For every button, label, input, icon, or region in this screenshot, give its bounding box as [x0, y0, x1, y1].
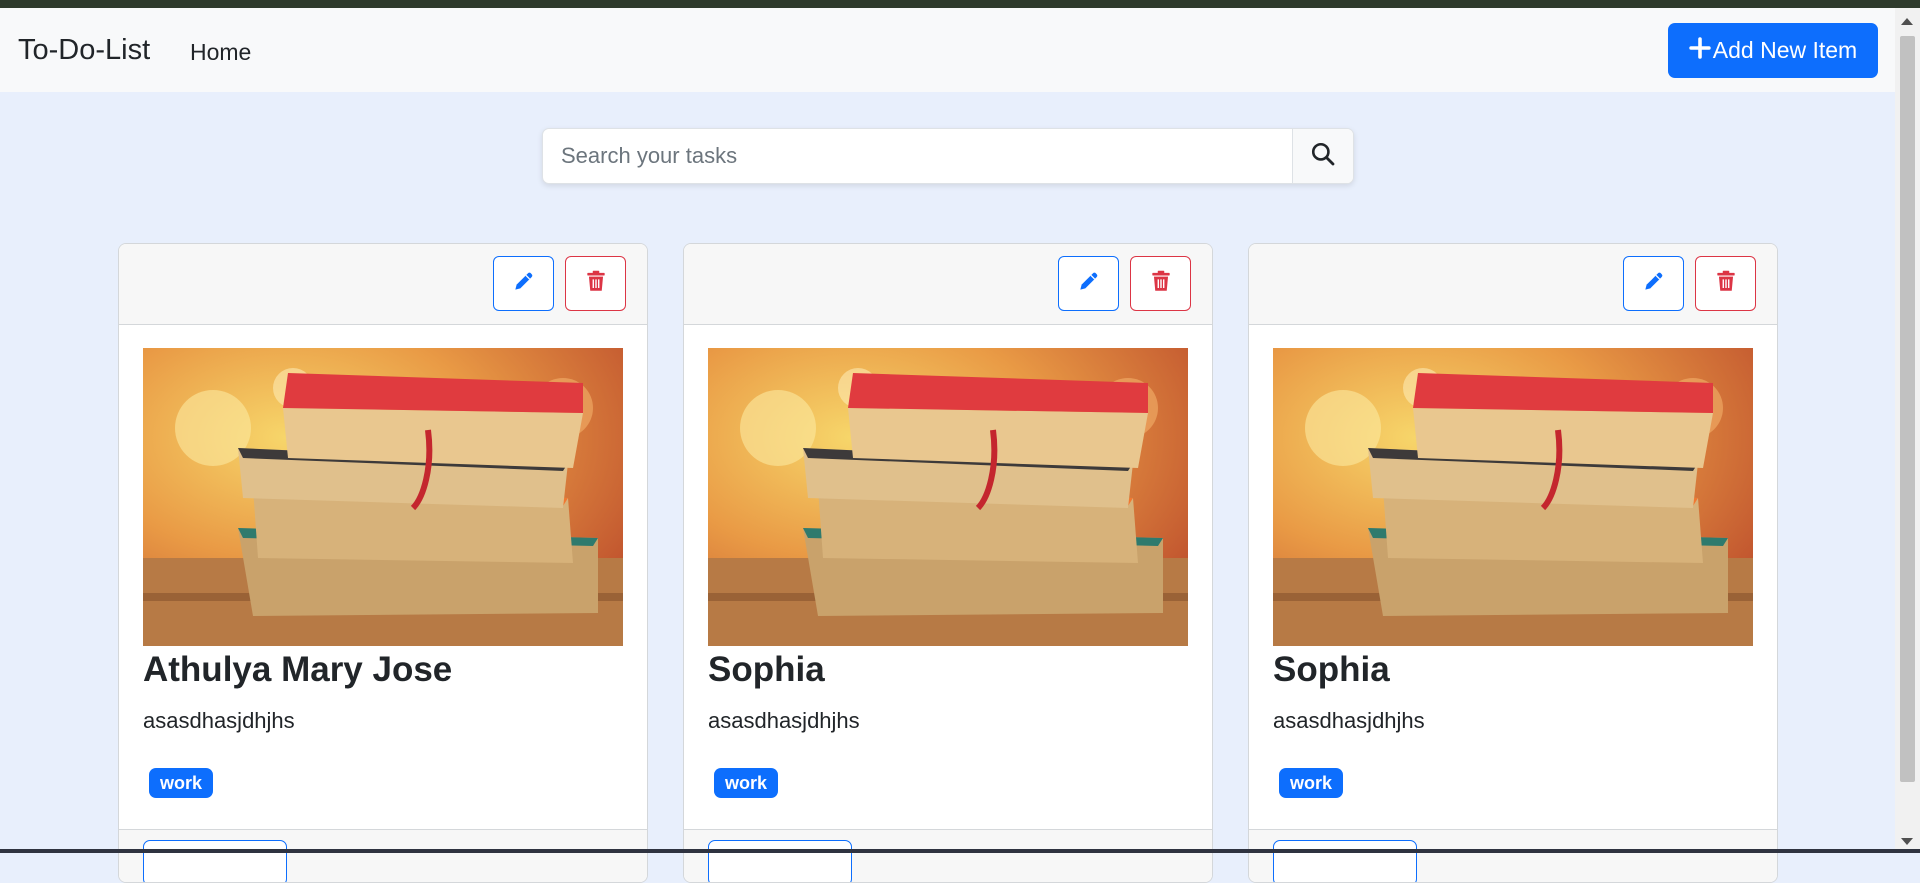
search-bar — [542, 128, 1354, 184]
search-icon — [1310, 141, 1336, 172]
task-card: Sophia asasdhasjdhjhs work — [1248, 243, 1778, 883]
pencil-icon — [511, 268, 537, 299]
brand-title[interactable]: To-Do-List — [18, 34, 150, 67]
pencil-icon — [1076, 268, 1102, 299]
card-title: Sophia — [1273, 650, 1390, 689]
trash-icon — [1148, 268, 1174, 299]
search-input[interactable] — [543, 129, 1292, 183]
edit-button[interactable] — [1058, 256, 1119, 311]
tag-badge: work — [149, 768, 214, 798]
window-bottom-strip — [0, 849, 1920, 853]
card-footer — [119, 829, 647, 882]
card-footer-button[interactable] — [143, 840, 287, 882]
scroll-down-arrow-icon[interactable] — [1901, 838, 1913, 845]
books-image — [143, 348, 623, 646]
delete-button[interactable] — [1695, 256, 1756, 311]
tag-badge: work — [714, 768, 779, 798]
navbar: To-Do-List Home Add New Item — [0, 8, 1895, 92]
card-footer — [1249, 829, 1777, 882]
task-card: Athulya Mary Jose asasdhasjdhjhs work — [118, 243, 648, 883]
card-title: Athulya Mary Jose — [143, 650, 453, 689]
card-title: Sophia — [708, 650, 825, 689]
card-header — [119, 244, 647, 325]
delete-button[interactable] — [1130, 256, 1191, 311]
trash-icon — [583, 268, 609, 299]
card-description: asasdhasjdhjhs — [708, 708, 860, 733]
delete-button[interactable] — [565, 256, 626, 311]
pencil-icon — [1641, 268, 1667, 299]
card-header — [684, 244, 1212, 325]
add-new-item-button[interactable]: Add New Item — [1668, 23, 1878, 78]
add-new-item-label: Add New Item — [1712, 37, 1858, 63]
card-footer-button[interactable] — [708, 840, 852, 882]
card-description: asasdhasjdhjhs — [143, 708, 295, 733]
scroll-up-arrow-icon[interactable] — [1901, 18, 1913, 25]
task-card: Sophia asasdhasjdhjhs work — [683, 243, 1213, 883]
tag-badge: work — [1279, 768, 1344, 798]
trash-icon — [1713, 268, 1739, 299]
books-image — [1273, 348, 1753, 646]
card-footer-button[interactable] — [1273, 840, 1417, 882]
card-header — [1249, 244, 1777, 325]
card-description: asasdhasjdhjhs — [1273, 708, 1425, 733]
card-footer — [684, 829, 1212, 882]
edit-button[interactable] — [1623, 256, 1684, 311]
nav-home-link[interactable]: Home — [190, 39, 251, 66]
window-top-strip — [0, 0, 1920, 8]
edit-button[interactable] — [493, 256, 554, 311]
plus-icon — [1689, 36, 1711, 65]
vertical-scrollbar[interactable] — [1895, 8, 1920, 853]
scrollbar-thumb[interactable] — [1900, 36, 1915, 782]
search-button[interactable] — [1292, 129, 1353, 183]
books-image — [708, 348, 1188, 646]
